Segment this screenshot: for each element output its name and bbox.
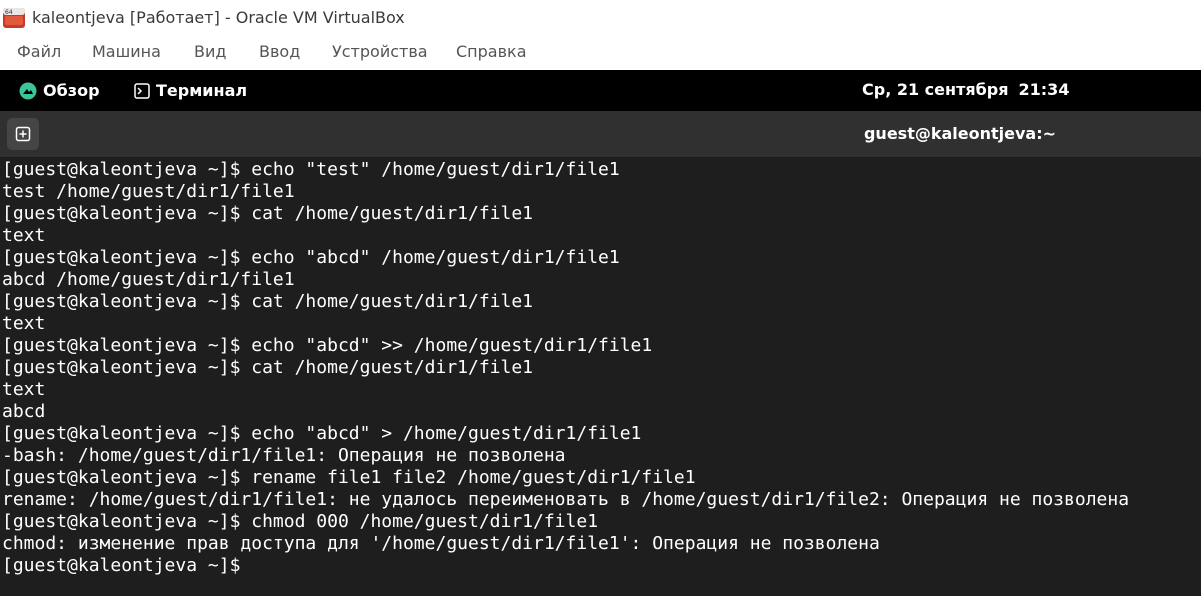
terminal-line: [guest@kaleontjeva ~]$ echo "abcd" >> /h…: [2, 335, 653, 356]
terminal-prompt: [guest@kaleontjeva ~]$: [2, 555, 241, 576]
menu-view[interactable]: Вид: [194, 42, 226, 61]
terminal-header-bar: guest@kaleontjeva:~: [0, 111, 1201, 158]
clock-date: Ср, 21 сентября: [862, 80, 1009, 99]
terminal-line: text: [2, 225, 46, 246]
terminal-line: text: [2, 313, 46, 334]
activities-label: Обзор: [43, 81, 100, 100]
menu-machine[interactable]: Машина: [92, 42, 161, 61]
terminal-line: [guest@kaleontjeva ~]$ cat /home/guest/d…: [2, 291, 534, 312]
terminal-line: [guest@kaleontjeva ~]$ echo "test" /home…: [2, 159, 620, 180]
terminal-line: [guest@kaleontjeva ~]$ cat /home/guest/d…: [2, 357, 534, 378]
vbox-menu-bar: Файл Машина Вид Ввод Устройства Справка: [0, 36, 1201, 70]
app-menu-terminal[interactable]: Терминал: [134, 80, 247, 101]
terminal-line: [guest@kaleontjeva ~]$ rename file1 file…: [2, 467, 696, 488]
terminal-line: abcd /home/guest/dir1/file1: [2, 269, 295, 290]
terminal-line: text: [2, 379, 46, 400]
clock-time: 21:34: [1018, 80, 1070, 99]
gnome-logo-icon: [19, 82, 37, 99]
activities-button[interactable]: Обзор: [19, 80, 100, 101]
virtualbox-icon: 64: [3, 8, 25, 28]
menu-devices[interactable]: Устройства: [332, 42, 428, 61]
terminal-icon: [134, 82, 150, 99]
terminal-line: [guest@kaleontjeva ~]$ echo "abcd" > /ho…: [2, 423, 642, 444]
terminal-line: [guest@kaleontjeva ~]$ echo "abcd" /home…: [2, 247, 620, 268]
clock[interactable]: Ср, 21 сентября 21:34: [862, 80, 1069, 99]
svg-text:64: 64: [5, 9, 13, 16]
menu-help[interactable]: Справка: [456, 42, 527, 61]
new-tab-button[interactable]: [7, 118, 39, 150]
terminal-line: [guest@kaleontjeva ~]$ cat /home/guest/d…: [2, 203, 534, 224]
terminal-line: [guest@kaleontjeva ~]$ chmod 000 /home/g…: [2, 511, 599, 532]
terminal-line: test /home/guest/dir1/file1: [2, 181, 295, 202]
menu-input[interactable]: Ввод: [259, 42, 300, 61]
terminal-line: chmod: изменение прав доступа для '/home…: [2, 533, 880, 554]
menu-file[interactable]: Файл: [17, 42, 61, 61]
terminal-title: guest@kaleontjeva:~: [863, 124, 1057, 143]
new-tab-icon: [15, 126, 31, 142]
terminal-lines: [guest@kaleontjeva ~]$ echo "test" /home…: [2, 159, 1129, 577]
window-title: kaleontjeva [Работает] - Oracle VM Virtu…: [32, 8, 405, 27]
vbox-title-bar: 64 kaleontjeva [Работает] - Oracle VM Vi…: [0, 0, 1201, 36]
terminal-line: -bash: /home/guest/dir1/file1: Операция …: [2, 445, 566, 466]
app-menu-label: Терминал: [156, 81, 248, 100]
terminal-line: rename: /home/guest/dir1/file1: не удало…: [2, 489, 1130, 510]
terminal-line: abcd: [2, 401, 46, 422]
terminal-output[interactable]: [guest@kaleontjeva ~]$ echo "test" /home…: [0, 158, 1201, 596]
gnome-top-bar: Обзор Терминал Ср, 21 сентября 21:34: [0, 70, 1201, 111]
